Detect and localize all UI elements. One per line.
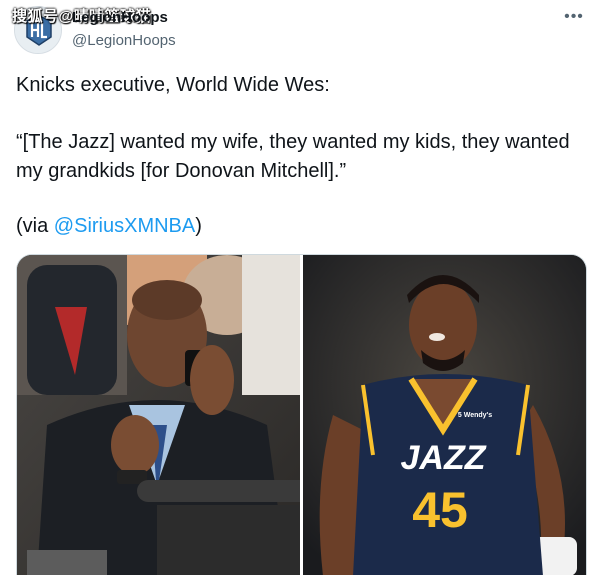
- jersey-brand: JAZZ: [401, 439, 487, 477]
- tweet-header: 搜狐号@晴晴篮球猫 LegionHoops @LegionHoops •••: [0, 0, 600, 60]
- player-photo-graphic: JAZZ 45 5 Wendy's: [303, 255, 586, 575]
- user-handle[interactable]: @LegionHoops: [72, 32, 176, 49]
- photo-executive[interactable]: [17, 255, 300, 575]
- photo-player[interactable]: JAZZ 45 5 Wendy's: [303, 255, 586, 575]
- via-prefix: (via: [16, 215, 54, 237]
- jersey-number: 45: [412, 482, 468, 538]
- display-name[interactable]: LegionHoops: [72, 9, 168, 26]
- tweet-text-line: Knicks executive, World Wide Wes:: [16, 74, 330, 96]
- mention-link[interactable]: @SiriusXMNBA: [54, 215, 195, 237]
- jersey-patch: 5 Wendy's: [458, 412, 492, 419]
- executive-photo-graphic: [17, 255, 300, 575]
- tweet-via: (via @SiriusXMNBA): [16, 212, 586, 241]
- more-options-icon[interactable]: •••: [562, 6, 586, 30]
- tweet-media[interactable]: JAZZ 45 5 Wendy's: [16, 254, 587, 575]
- tweet-quote: “[The Jazz] wanted my wife, they wanted …: [16, 131, 570, 182]
- via-suffix: ): [195, 215, 202, 237]
